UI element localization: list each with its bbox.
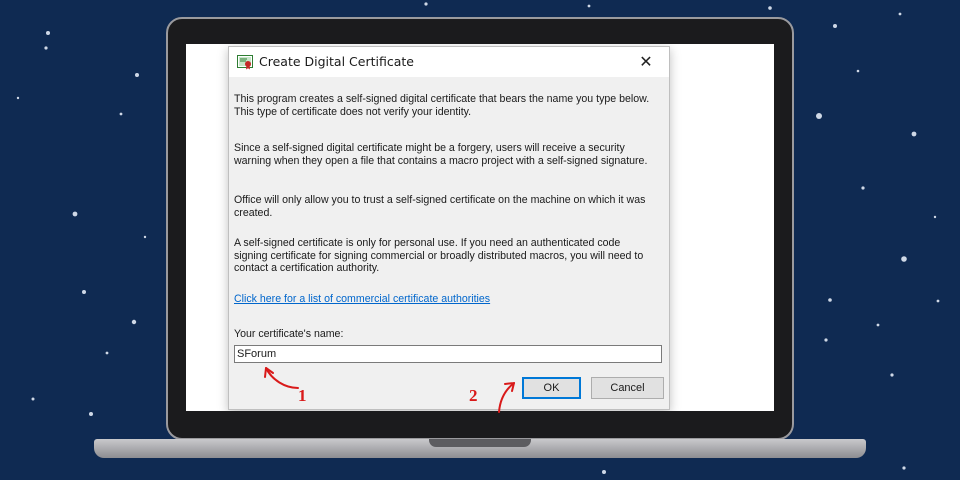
trust-paragraph: Office will only allow you to trust a se… [234,194,646,219]
create-digital-certificate-dialog: Create Digital Certificate ✕ This progra… [228,46,670,410]
dialog-titlebar: Create Digital Certificate ✕ [229,47,669,77]
cancel-button[interactable]: Cancel [591,377,664,399]
personal-use-paragraph: A self-signed certificate is only for pe… [234,237,644,274]
forgery-warning-paragraph: Since a self-signed digital certificate … [234,142,648,167]
laptop-screen: Create Digital Certificate ✕ This progra… [186,44,774,411]
intro-paragraph: This program creates a self-signed digit… [234,93,650,118]
close-icon: ✕ [639,54,653,71]
certificate-icon [237,54,253,70]
laptop-notch [429,439,531,447]
certificate-authorities-link[interactable]: Click here for a list of commercial cert… [234,293,490,305]
certificate-name-input[interactable] [234,345,662,363]
annotation-step-1: 1 [298,386,307,405]
annotation-step-2: 2 [469,386,478,405]
dialog-title: Create Digital Certificate [259,54,414,69]
certificate-name-label: Your certificate's name: [234,328,344,340]
close-button[interactable]: ✕ [623,47,669,77]
ok-button[interactable]: OK [522,377,581,399]
